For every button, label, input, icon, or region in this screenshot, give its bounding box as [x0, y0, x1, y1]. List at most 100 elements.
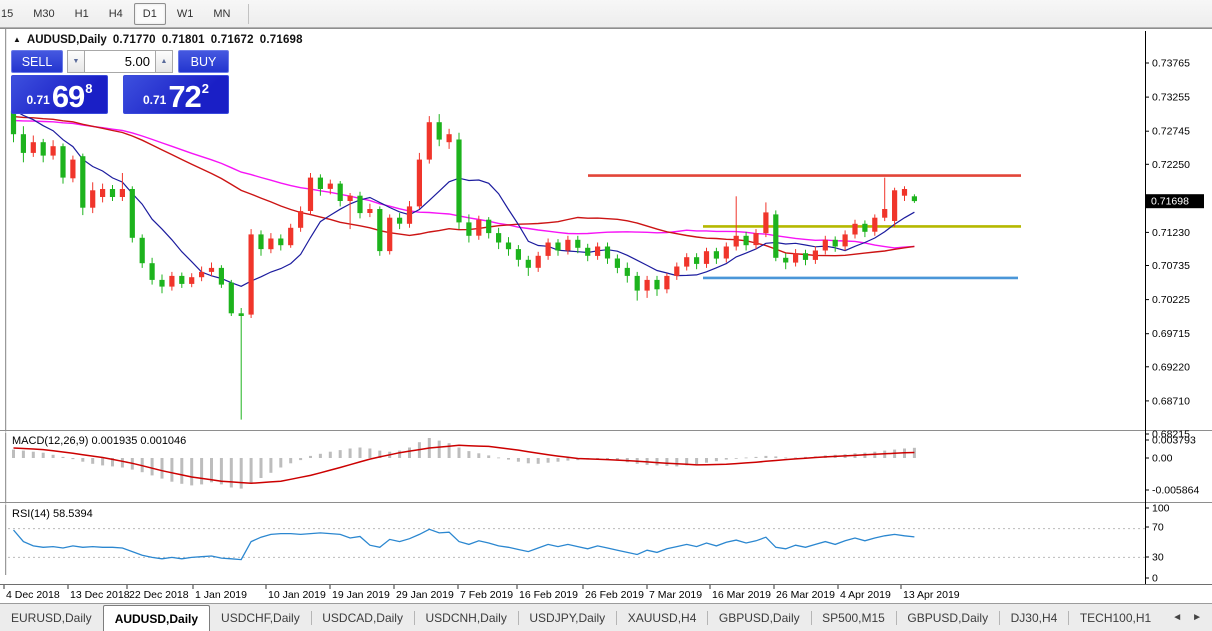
svg-text:29 Jan 2019: 29 Jan 2019 [396, 589, 454, 601]
timeframe-button-h4[interactable]: H4 [100, 3, 132, 25]
tab-sp500-m15[interactable]: SP500,M15 [811, 604, 896, 631]
sell-button[interactable]: SELL [11, 50, 63, 73]
svg-text:13 Dec 2018: 13 Dec 2018 [70, 589, 130, 601]
candle [179, 275, 185, 284]
candle [40, 142, 46, 156]
svg-text:0.70735: 0.70735 [1152, 260, 1190, 272]
candle [80, 156, 86, 208]
svg-text:0.68710: 0.68710 [1152, 395, 1190, 407]
tab-usdjpy-daily[interactable]: USDJPY,Daily [518, 604, 616, 631]
candle [357, 195, 363, 214]
candle [802, 253, 809, 260]
candle [129, 189, 135, 238]
svg-text:0.69715: 0.69715 [1152, 328, 1190, 340]
candle [397, 217, 403, 224]
candle [119, 189, 125, 197]
candle [545, 242, 551, 256]
svg-text:0.71230: 0.71230 [1152, 227, 1190, 239]
tab-scroll-right-icon[interactable]: ► [1192, 612, 1202, 623]
candle [298, 211, 304, 228]
sell-price-prefix: 0.71 [26, 93, 50, 107]
panel-borders [0, 31, 1212, 604]
tab-gbpusd-daily[interactable]: GBPUSD,Daily [896, 604, 999, 631]
candle [505, 242, 512, 250]
timeframe-button-m30[interactable]: M30 [24, 3, 63, 25]
volume-input[interactable]: 5.00 [85, 50, 155, 73]
candle [634, 275, 640, 291]
toolbar-separator [248, 3, 250, 24]
svg-text:0.71698: 0.71698 [1151, 196, 1189, 208]
candle [713, 251, 719, 259]
tab-tech100-h1[interactable]: TECH100,H1 [1069, 604, 1162, 631]
candle [109, 189, 116, 197]
candle [317, 177, 323, 189]
buy-price-button[interactable]: 0.71 72 2 [123, 75, 229, 114]
collapse-arrow-icon[interactable]: ▲ [13, 35, 21, 44]
candle [753, 233, 759, 246]
candle [565, 239, 571, 251]
candle [218, 267, 224, 285]
candle [70, 159, 76, 179]
candle [496, 233, 502, 243]
tab-usdcnh-daily[interactable]: USDCNH,Daily [414, 604, 517, 631]
candle [10, 110, 17, 135]
svg-text:7 Mar 2019: 7 Mar 2019 [649, 589, 702, 601]
candle [822, 239, 828, 251]
candle [654, 279, 660, 290]
sell-price-button[interactable]: 0.71 69 8 [11, 75, 108, 114]
volume-decrease-button[interactable]: ▼ [67, 50, 85, 73]
svg-text:0.73765: 0.73765 [1152, 58, 1190, 70]
candle [456, 139, 462, 223]
timeframe-button-h1[interactable]: H1 [66, 3, 98, 25]
candle [486, 219, 492, 234]
candle [208, 267, 215, 272]
svg-text:22 Dec 2018: 22 Dec 2018 [129, 589, 189, 601]
tab-dj30-h4[interactable]: DJ30,H4 [1000, 604, 1069, 631]
timeframe-button-15[interactable]: 15 [0, 3, 22, 25]
macd-label: MACD(12,26,9) 0.001935 0.001046 [12, 435, 186, 447]
candle [426, 122, 432, 160]
candle [535, 255, 541, 268]
tab-xauusd-h4[interactable]: XAUUSD,H4 [617, 604, 708, 631]
candle [288, 227, 294, 246]
candle [852, 223, 858, 235]
candle [555, 242, 561, 251]
svg-text:1 Jan 2019: 1 Jan 2019 [195, 589, 247, 601]
candle [901, 189, 908, 196]
candle [911, 196, 917, 202]
tab-eurusd-daily[interactable]: EURUSD,Daily [0, 604, 103, 631]
one-click-trading-panel: SELL ▼ 5.00 ▲ BUY 0.71 69 8 0.71 72 2 [11, 50, 229, 114]
ma-fast-line [13, 109, 915, 287]
candle [30, 142, 36, 153]
timeframe-button-w1[interactable]: W1 [168, 3, 203, 25]
svg-text:100: 100 [1152, 503, 1170, 515]
buy-price-pipette: 2 [201, 81, 210, 96]
tab-scroll-controls: ◄ ► [1162, 604, 1212, 631]
candle [367, 209, 373, 213]
timeframe-button-mn[interactable]: MN [204, 3, 239, 25]
ohlc-high: 0.71801 [161, 34, 205, 46]
candle [723, 246, 729, 259]
candle [258, 234, 264, 250]
candle [159, 279, 165, 287]
tab-usdchf-daily[interactable]: USDCHF,Daily [210, 604, 311, 631]
tab-gbpusd-daily[interactable]: GBPUSD,Daily [708, 604, 811, 631]
candle [575, 239, 581, 248]
candle [416, 159, 422, 207]
volume-increase-button[interactable]: ▲ [155, 50, 173, 73]
candle [743, 235, 749, 246]
tab-audusd-daily[interactable]: AUDUSD,Daily [102, 605, 211, 631]
svg-text:0.00: 0.00 [1152, 453, 1173, 465]
timeframe-button-d1[interactable]: D1 [133, 2, 166, 25]
candle [278, 238, 284, 246]
tab-scroll-left-icon[interactable]: ◄ [1172, 612, 1182, 623]
candle [832, 239, 838, 247]
chart-symbol-period: AUDUSD,Daily [26, 34, 107, 46]
ma-mid-line [13, 115, 915, 257]
candle [50, 146, 56, 156]
tab-usdcad-daily[interactable]: USDCAD,Daily [311, 604, 414, 631]
candle [377, 209, 383, 252]
candle [892, 190, 898, 221]
buy-button[interactable]: BUY [178, 50, 229, 73]
rsi-panel [8, 528, 1145, 561]
